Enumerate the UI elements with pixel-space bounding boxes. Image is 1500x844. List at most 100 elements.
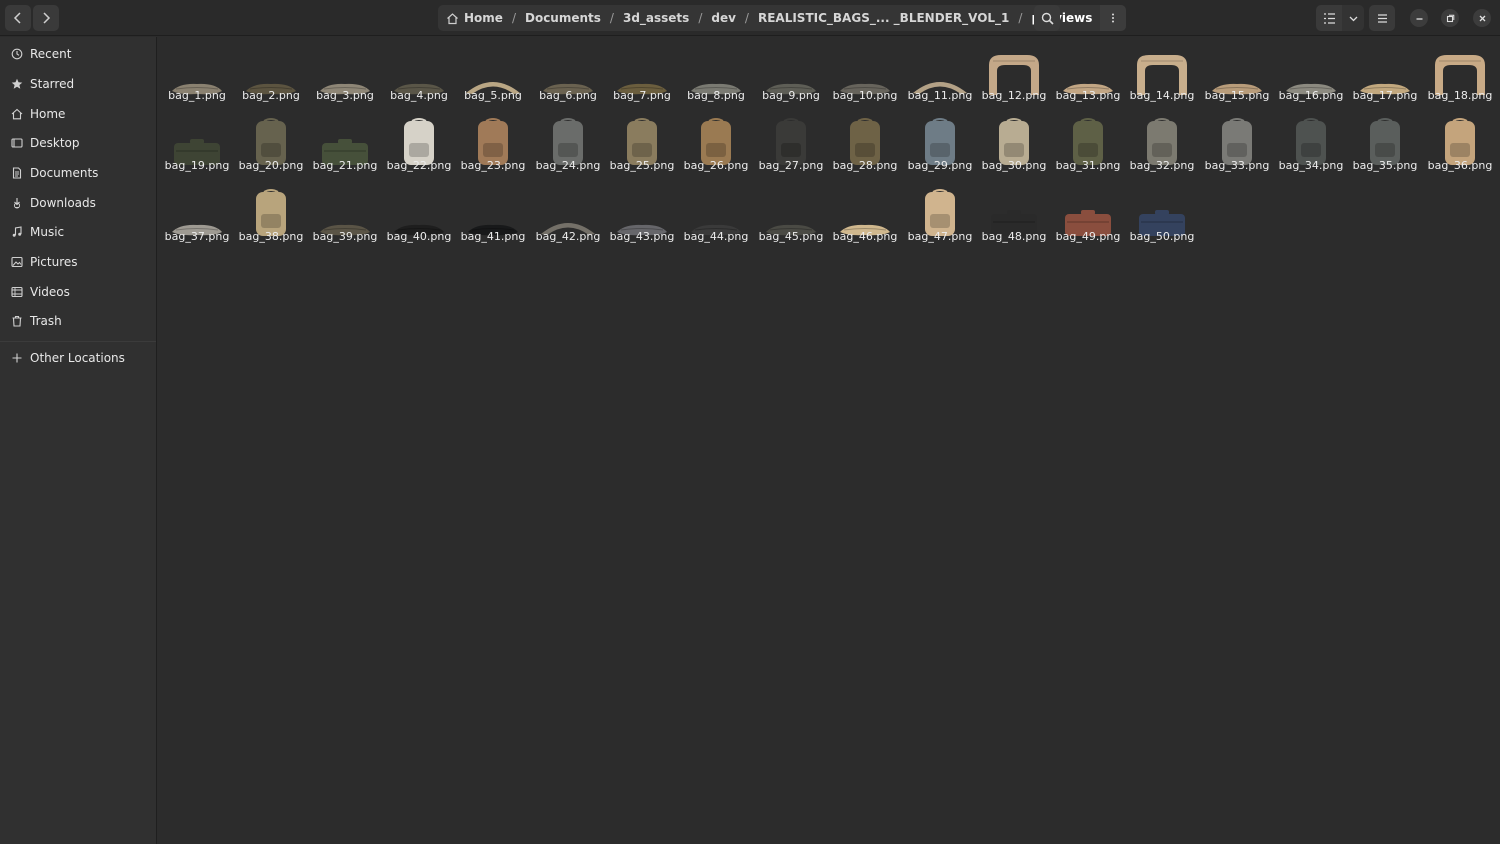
file-item[interactable]: bag_26.png [679, 113, 753, 183]
view-options-button[interactable] [1342, 5, 1364, 31]
file-item[interactable]: bag_50.png [1125, 184, 1199, 254]
file-item[interactable]: bag_35.png [1348, 113, 1422, 183]
file-item[interactable]: bag_15.png [1200, 43, 1274, 113]
file-item[interactable]: bag_44.png [679, 184, 753, 254]
file-item[interactable]: bag_39.png [308, 184, 382, 254]
breadcrumb-separator: / [609, 11, 614, 25]
file-item[interactable]: bag_6.png [531, 43, 605, 113]
sidebar-item-videos[interactable]: Videos [0, 278, 156, 306]
file-item[interactable]: bag_10.png [828, 43, 902, 113]
file-item[interactable]: bag_16.png [1274, 43, 1348, 113]
file-item[interactable]: bag_29.png [903, 113, 977, 183]
file-item[interactable]: bag_9.png [754, 43, 828, 113]
search-button[interactable] [1034, 5, 1060, 31]
file-name: bag_8.png [687, 89, 745, 102]
file-item[interactable]: bag_4.png [382, 43, 456, 113]
file-name: bag_13.png [1055, 89, 1121, 102]
file-item[interactable]: bag_24.png [531, 113, 605, 183]
file-item[interactable]: bag_18.png [1423, 43, 1497, 113]
file-item[interactable]: bag_45.png [754, 184, 828, 254]
file-item[interactable]: bag_25.png [605, 113, 679, 183]
file-item[interactable]: bag_1.png [160, 43, 234, 113]
file-item[interactable]: bag_2.png [234, 43, 308, 113]
sidebar-item-pictures[interactable]: Pictures [0, 248, 156, 276]
file-item[interactable]: bag_34.png [1274, 113, 1348, 183]
file-item[interactable]: bag_42.png [531, 184, 605, 254]
maximize-button[interactable] [1441, 9, 1459, 27]
file-name: bag_35.png [1352, 159, 1418, 172]
breadcrumb-label: Home [464, 11, 503, 25]
file-name: bag_25.png [609, 159, 675, 172]
main-menu-button[interactable] [1369, 5, 1395, 31]
file-item[interactable]: bag_47.png [903, 184, 977, 254]
sidebar-item-home[interactable]: Home [0, 100, 156, 128]
breadcrumb-separator: / [744, 11, 749, 25]
file-item[interactable]: bag_22.png [382, 113, 456, 183]
file-item[interactable]: bag_38.png [234, 184, 308, 254]
file-item[interactable]: bag_28.png [828, 113, 902, 183]
file-item[interactable]: bag_17.png [1348, 43, 1422, 113]
plus-icon [12, 353, 22, 363]
file-item[interactable]: bag_12.png [977, 43, 1051, 113]
file-item[interactable]: bag_40.png [382, 184, 456, 254]
minimize-button[interactable] [1410, 9, 1428, 27]
file-name: bag_20.png [238, 159, 304, 172]
desktop-icon [11, 138, 23, 148]
breadcrumb-item[interactable]: dev [711, 11, 736, 25]
sidebar-item-music[interactable]: Music [0, 218, 156, 246]
sidebar-item-other-locations[interactable]: Other Locations [0, 344, 156, 372]
breadcrumb-label: 3d_assets [622, 11, 690, 25]
file-item[interactable]: bag_46.png [828, 184, 902, 254]
file-item[interactable]: bag_36.png [1423, 113, 1497, 183]
sidebar-item-label: Videos [30, 285, 70, 299]
breadcrumb-label: dev [711, 11, 736, 25]
document-icon [12, 167, 22, 179]
list-view-button[interactable] [1316, 5, 1342, 31]
file-item[interactable]: bag_48.png [977, 184, 1051, 254]
file-item[interactable]: bag_33.png [1200, 113, 1274, 183]
trash-icon [12, 315, 22, 327]
file-item[interactable]: bag_13.png [1051, 43, 1125, 113]
file-item[interactable]: bag_21.png [308, 113, 382, 183]
sidebar-item-label: Home [30, 107, 66, 121]
file-item[interactable]: bag_5.png [456, 43, 530, 113]
path-menu-button[interactable] [1100, 5, 1127, 31]
file-name: bag_7.png [613, 89, 671, 102]
sidebar-item-downloads[interactable]: Downloads [0, 189, 156, 217]
breadcrumb-item[interactable]: Documents [525, 11, 601, 25]
sidebar-item-recent[interactable]: Recent [0, 40, 156, 68]
file-name: bag_29.png [907, 159, 973, 172]
forward-button[interactable] [33, 5, 59, 31]
file-name: bag_44.png [683, 230, 749, 243]
file-item[interactable]: bag_14.png [1125, 43, 1199, 113]
sidebar-item-documents[interactable]: Documents [0, 159, 156, 187]
close-button[interactable] [1473, 9, 1491, 27]
file-item[interactable]: bag_37.png [160, 184, 234, 254]
breadcrumb-item[interactable]: 3d_assets [623, 11, 689, 25]
sidebar-item-trash[interactable]: Trash [0, 307, 156, 335]
file-item[interactable]: bag_8.png [679, 43, 753, 113]
file-item[interactable]: bag_20.png [234, 113, 308, 183]
sidebar-item-label: Documents [30, 166, 99, 180]
file-name: bag_50.png [1129, 230, 1195, 243]
file-item[interactable]: bag_3.png [308, 43, 382, 113]
file-item[interactable]: bag_7.png [605, 43, 679, 113]
file-item[interactable]: bag_19.png [160, 113, 234, 183]
sidebar-item-desktop[interactable]: Desktop [0, 129, 156, 157]
file-item[interactable]: bag_31.png [1051, 113, 1125, 183]
sidebar-item-starred[interactable]: Starred [0, 70, 156, 98]
file-item[interactable]: bag_49.png [1051, 184, 1125, 254]
file-item[interactable]: bag_41.png [456, 184, 530, 254]
file-item[interactable]: bag_43.png [605, 184, 679, 254]
file-name: bag_4.png [390, 89, 448, 102]
file-name: bag_21.png [312, 159, 378, 172]
file-item[interactable]: bag_11.png [903, 43, 977, 113]
file-item[interactable]: bag_27.png [754, 113, 828, 183]
breadcrumb-item[interactable]: Home [446, 11, 503, 25]
back-button[interactable] [5, 5, 31, 31]
file-item[interactable]: bag_30.png [977, 113, 1051, 183]
breadcrumb-item[interactable]: REALISTIC_BAGS_... _BLENDER_VOL_1 [758, 11, 1009, 25]
file-item[interactable]: bag_32.png [1125, 113, 1199, 183]
file-item[interactable]: bag_23.png [456, 113, 530, 183]
file-name: bag_27.png [758, 159, 824, 172]
